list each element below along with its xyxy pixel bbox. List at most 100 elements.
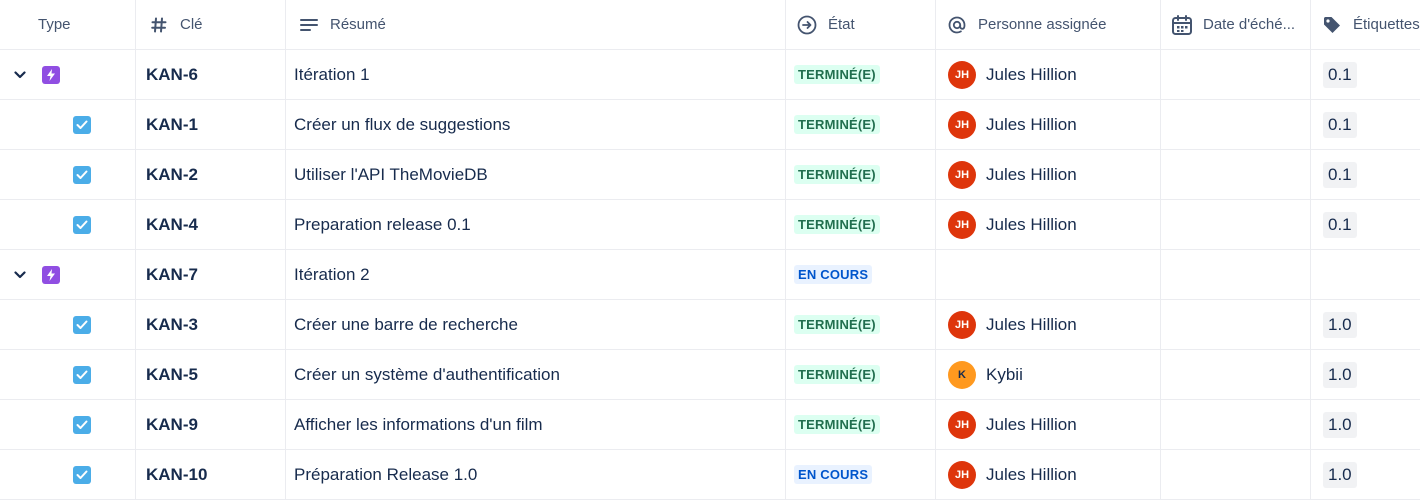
status-badge[interactable]: EN COURS xyxy=(794,265,873,284)
due-date-cell[interactable] xyxy=(1161,250,1311,299)
issue-summary[interactable]: Utiliser l'API TheMovieDB xyxy=(294,165,488,185)
issue-key[interactable]: KAN-2 xyxy=(144,165,198,185)
status-cell[interactable]: EN COURS xyxy=(786,450,936,499)
status-badge[interactable]: TERMINÉ(E) xyxy=(794,65,880,84)
due-date-cell[interactable] xyxy=(1161,100,1311,149)
assignee-cell[interactable]: K Kybii xyxy=(936,350,1161,399)
status-cell[interactable]: TERMINÉ(E) xyxy=(786,300,936,349)
summary-cell[interactable]: Créer une barre de recherche xyxy=(286,300,786,349)
status-badge[interactable]: TERMINÉ(E) xyxy=(794,215,880,234)
due-date-cell[interactable] xyxy=(1161,300,1311,349)
column-header-summary[interactable]: Résumé xyxy=(286,0,786,49)
table-row[interactable]: KAN-7 Itération 2 EN COURS xyxy=(0,250,1420,300)
label-tag[interactable]: 0.1 xyxy=(1323,111,1357,138)
issue-key[interactable]: KAN-9 xyxy=(144,415,198,435)
summary-cell[interactable]: Preparation release 0.1 xyxy=(286,200,786,249)
issue-key[interactable]: KAN-7 xyxy=(144,265,198,285)
due-date-cell[interactable] xyxy=(1161,200,1311,249)
chevron-down-icon[interactable] xyxy=(10,70,30,79)
key-cell[interactable]: KAN-4 xyxy=(136,200,286,249)
issue-summary[interactable]: Itération 2 xyxy=(294,265,370,285)
column-header-assignee[interactable]: Personne assignée xyxy=(936,0,1161,49)
label-tag[interactable]: 0.1 xyxy=(1323,161,1357,188)
issue-summary[interactable]: Preparation release 0.1 xyxy=(294,215,471,235)
labels-cell[interactable]: 0.1 xyxy=(1311,50,1420,99)
chevron-down-icon[interactable] xyxy=(10,270,30,279)
key-cell[interactable]: KAN-2 xyxy=(136,150,286,199)
assignee-cell[interactable] xyxy=(936,250,1161,299)
status-badge[interactable]: EN COURS xyxy=(794,465,873,484)
summary-cell[interactable]: Utiliser l'API TheMovieDB xyxy=(286,150,786,199)
status-badge[interactable]: TERMINÉ(E) xyxy=(794,315,880,334)
assignee-cell[interactable]: JH Jules Hillion xyxy=(936,400,1161,449)
table-row[interactable]: KAN-1 Créer un flux de suggestions TERMINÉ… xyxy=(0,100,1420,150)
key-cell[interactable]: KAN-5 xyxy=(136,350,286,399)
labels-cell[interactable]: 1.0 xyxy=(1311,300,1420,349)
labels-cell[interactable]: 0.1 xyxy=(1311,200,1420,249)
issue-key[interactable]: KAN-5 xyxy=(144,365,198,385)
due-date-cell[interactable] xyxy=(1161,150,1311,199)
summary-cell[interactable]: Itération 2 xyxy=(286,250,786,299)
table-row[interactable]: KAN-2 Utiliser l'API TheMovieDB TERMINÉ(E)… xyxy=(0,150,1420,200)
assignee-cell[interactable]: JH Jules Hillion xyxy=(936,150,1161,199)
issue-summary[interactable]: Créer un flux de suggestions xyxy=(294,115,510,135)
label-tag[interactable]: 0.1 xyxy=(1323,61,1357,88)
label-tag[interactable]: 1.0 xyxy=(1323,311,1357,338)
table-row[interactable]: KAN-6 Itération 1 TERMINÉ(E) JH Jules Hillio… xyxy=(0,50,1420,100)
due-date-cell[interactable] xyxy=(1161,50,1311,99)
labels-cell[interactable] xyxy=(1311,250,1420,299)
table-row[interactable]: KAN-5 Créer un système d'authentification… xyxy=(0,350,1420,400)
table-row[interactable]: KAN-3 Créer une barre de recherche TERMINÉ… xyxy=(0,300,1420,350)
status-cell[interactable]: TERMINÉ(E) xyxy=(786,350,936,399)
issue-summary[interactable]: Créer un système d'authentification xyxy=(294,365,560,385)
labels-cell[interactable]: 1.0 xyxy=(1311,400,1420,449)
key-cell[interactable]: KAN-9 xyxy=(136,400,286,449)
summary-cell[interactable]: Itération 1 xyxy=(286,50,786,99)
status-cell[interactable]: TERMINÉ(E) xyxy=(786,150,936,199)
table-row[interactable]: KAN-9 Afficher les informations d'un film… xyxy=(0,400,1420,450)
labels-cell[interactable]: 0.1 xyxy=(1311,100,1420,149)
assignee-cell[interactable]: JH Jules Hillion xyxy=(936,300,1161,349)
key-cell[interactable]: KAN-6 xyxy=(136,50,286,99)
status-badge[interactable]: TERMINÉ(E) xyxy=(794,415,880,434)
assignee-cell[interactable]: JH Jules Hillion xyxy=(936,450,1161,499)
label-tag[interactable]: 1.0 xyxy=(1323,461,1357,488)
assignee-cell[interactable]: JH Jules Hillion xyxy=(936,200,1161,249)
issue-key[interactable]: KAN-1 xyxy=(144,115,198,135)
status-cell[interactable]: TERMINÉ(E) xyxy=(786,50,936,99)
status-cell[interactable]: TERMINÉ(E) xyxy=(786,200,936,249)
issue-summary[interactable]: Afficher les informations d'un film xyxy=(294,415,543,435)
label-tag[interactable]: 1.0 xyxy=(1323,361,1357,388)
issue-summary[interactable]: Préparation Release 1.0 xyxy=(294,465,477,485)
status-cell[interactable]: EN COURS xyxy=(786,250,936,299)
key-cell[interactable]: KAN-3 xyxy=(136,300,286,349)
key-cell[interactable]: KAN-1 xyxy=(136,100,286,149)
status-cell[interactable]: TERMINÉ(E) xyxy=(786,100,936,149)
issue-summary[interactable]: Créer une barre de recherche xyxy=(294,315,518,335)
issue-summary[interactable]: Itération 1 xyxy=(294,65,370,85)
due-date-cell[interactable] xyxy=(1161,450,1311,499)
key-cell[interactable]: KAN-10 xyxy=(136,450,286,499)
due-date-cell[interactable] xyxy=(1161,350,1311,399)
summary-cell[interactable]: Préparation Release 1.0 xyxy=(286,450,786,499)
labels-cell[interactable]: 1.0 xyxy=(1311,450,1420,499)
due-date-cell[interactable] xyxy=(1161,400,1311,449)
issue-key[interactable]: KAN-6 xyxy=(144,65,198,85)
summary-cell[interactable]: Créer un système d'authentification xyxy=(286,350,786,399)
assignee-cell[interactable]: JH Jules Hillion xyxy=(936,50,1161,99)
label-tag[interactable]: 0.1 xyxy=(1323,211,1357,238)
key-cell[interactable]: KAN-7 xyxy=(136,250,286,299)
table-row[interactable]: KAN-10 Préparation Release 1.0 EN COURS JH J… xyxy=(0,450,1420,500)
summary-cell[interactable]: Créer un flux de suggestions xyxy=(286,100,786,149)
labels-cell[interactable]: 1.0 xyxy=(1311,350,1420,399)
issue-key[interactable]: KAN-4 xyxy=(144,215,198,235)
labels-cell[interactable]: 0.1 xyxy=(1311,150,1420,199)
table-row[interactable]: KAN-4 Preparation release 0.1 TERMINÉ(E) JH… xyxy=(0,200,1420,250)
column-header-state[interactable]: État xyxy=(786,0,936,49)
column-header-key[interactable]: Clé xyxy=(136,0,286,49)
assignee-cell[interactable]: JH Jules Hillion xyxy=(936,100,1161,149)
column-header-type[interactable]: Type xyxy=(0,0,136,49)
status-badge[interactable]: TERMINÉ(E) xyxy=(794,365,880,384)
status-badge[interactable]: TERMINÉ(E) xyxy=(794,165,880,184)
status-badge[interactable]: TERMINÉ(E) xyxy=(794,115,880,134)
